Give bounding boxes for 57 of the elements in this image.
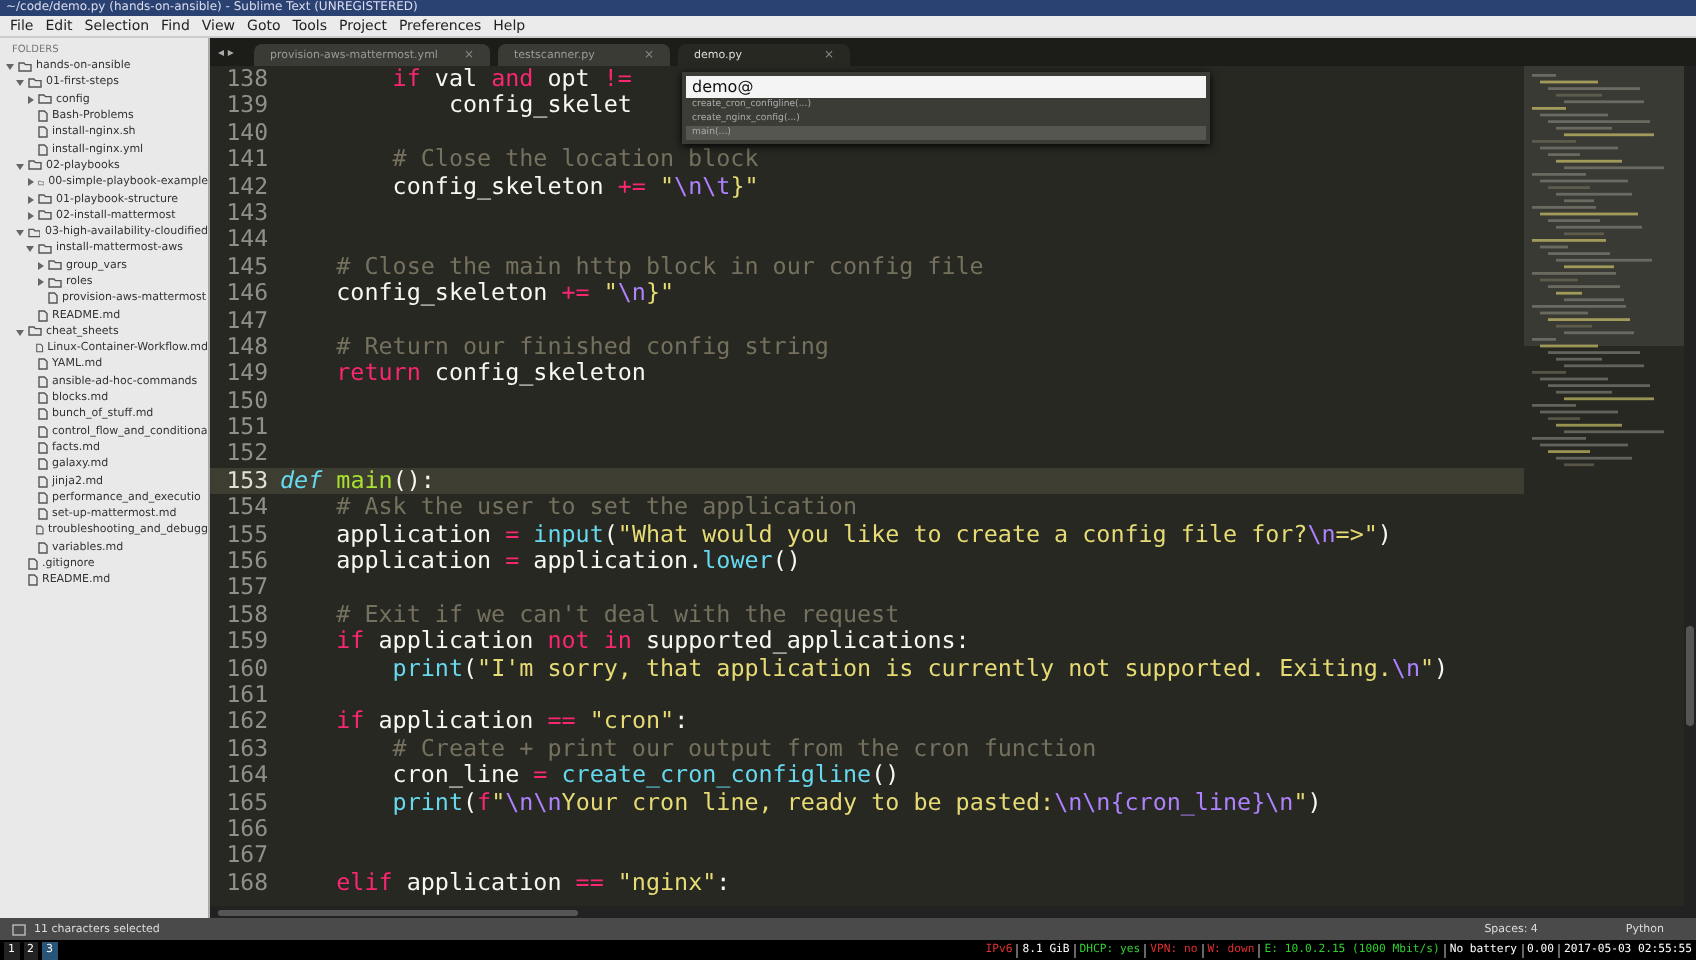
folder-icon — [28, 326, 42, 337]
line-number: 150 — [224, 387, 268, 415]
line-number: 159 — [224, 628, 268, 656]
code-line: print("I'm sorry, that application is currently not supported. Exiting.\n") — [390, 655, 1449, 682]
line-number: 153 — [224, 467, 268, 495]
code-line: if val and opt != — [390, 66, 632, 93]
line-number: 145 — [224, 253, 268, 281]
line-number: 166 — [224, 815, 268, 843]
code-line: return config_skeleton — [334, 360, 646, 388]
line-number: 139 — [224, 92, 268, 120]
line-number: 144 — [224, 226, 268, 254]
code-line: # Create + print our output from the cron function — [390, 735, 1097, 763]
line-number: 149 — [224, 360, 268, 388]
line-number: 160 — [224, 655, 268, 682]
code-line: config_skeleton += "\n}" — [334, 280, 675, 308]
line-number: 154 — [224, 494, 268, 522]
code-line: if application == "cron": — [334, 708, 689, 736]
code-line: # Exit if we can't deal with the request — [334, 601, 900, 629]
line-number: 164 — [224, 762, 268, 790]
code-line: # Close the location block — [390, 146, 759, 174]
code-line: config_skelet — [446, 92, 632, 120]
scrollbar-thumb[interactable] — [1686, 626, 1694, 726]
line-number: 146 — [224, 280, 268, 308]
line-number: 157 — [224, 574, 268, 602]
code-line: # Ask the user to set the application — [334, 494, 857, 522]
line-number: 151 — [224, 414, 268, 441]
line-number: 156 — [224, 548, 268, 575]
line-number: 161 — [224, 681, 268, 709]
line-number: 152 — [224, 440, 268, 468]
line-number: 168 — [224, 869, 268, 897]
line-number: 141 — [224, 146, 268, 174]
code-line: elif application == "nginx": — [334, 869, 731, 897]
code-line: if application not in supported_applications: — [334, 628, 970, 656]
code-line: # Return our finished config string — [334, 333, 829, 361]
code-line: application = application.lower() — [334, 548, 801, 575]
line-number: 147 — [224, 307, 268, 334]
code-line: application = input("What would you like to create a config file for?\n=>") — [334, 521, 1392, 549]
line-number: 143 — [224, 199, 268, 227]
line-number: 142 — [224, 173, 268, 200]
code-line: def main(): — [280, 467, 435, 495]
code-line: print(f"\n\nYour cron line, ready to be pasted:\n\n{cron_line}\n") — [390, 789, 1322, 816]
code-line: cron_line = create_cron_configline() — [390, 762, 900, 790]
line-number: 158 — [224, 601, 268, 629]
line-number: 163 — [224, 735, 268, 763]
goto-input[interactable]: demo@ — [686, 76, 1206, 98]
line-number: 165 — [224, 789, 268, 816]
line-number: 162 — [224, 708, 268, 736]
line-number: 138 — [224, 66, 268, 93]
line-number: 155 — [224, 521, 268, 549]
disclosure-triangle-icon[interactable] — [16, 327, 24, 336]
panel-icon[interactable] — [12, 923, 26, 935]
code-line: # Close the main http block in our config file — [334, 253, 984, 281]
code-line: config_skeleton += "\n\t}" — [390, 173, 759, 200]
line-number: 148 — [224, 333, 268, 361]
line-number: 167 — [224, 842, 268, 870]
scrollbar-thumb[interactable] — [218, 909, 578, 915]
line-number: 140 — [224, 119, 268, 147]
